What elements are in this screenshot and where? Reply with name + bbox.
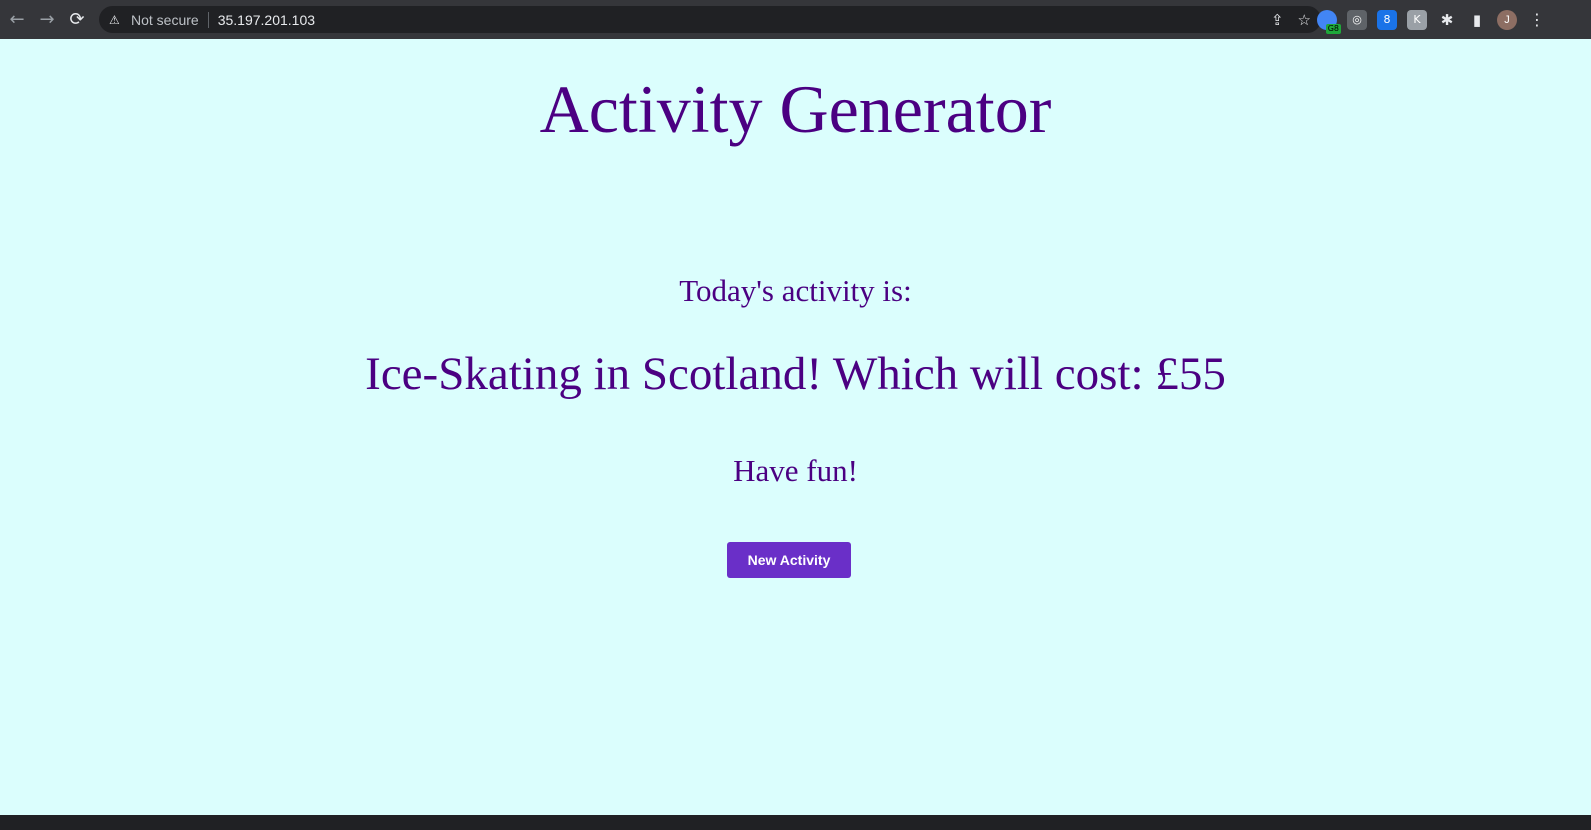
activity-prompt: Today's activity is: [679, 273, 912, 308]
warning-icon[interactable]: ⚠ [109, 13, 123, 27]
reload-icon[interactable]: ⟳ [64, 7, 90, 33]
glasses-ext-icon[interactable]: ◎ [1347, 9, 1367, 30]
menu-icon[interactable]: ⋮ [1527, 10, 1547, 30]
ext-badge: G8 [1325, 23, 1341, 34]
new-activity-button[interactable]: New Activity [727, 542, 851, 578]
page-title: Activity Generator [539, 71, 1052, 147]
number-ext-icon[interactable]: 8 [1377, 9, 1397, 30]
forward-icon[interactable]: → [34, 7, 60, 33]
bookmark-star-icon[interactable]: ☆ [1298, 11, 1311, 29]
omnibox-divider [207, 11, 209, 28]
chrome-ext-icon[interactable]: G8 [1317, 9, 1341, 34]
side-panel-icon[interactable]: ▮ [1467, 10, 1487, 30]
back-icon[interactable]: ← [4, 7, 30, 33]
gray-ext-icon[interactable]: K [1407, 9, 1427, 30]
puzzle-icon[interactable]: ✱ [1437, 10, 1457, 30]
security-status[interactable]: Not secure [131, 12, 199, 28]
page-content: Activity Generator Today's activity is: … [0, 39, 1591, 815]
address-bar[interactable]: ⚠ Not secure 35.197.201.103 ⇪ ☆ [99, 6, 1321, 33]
closing-text: Have fun! [733, 453, 858, 488]
url-text[interactable]: 35.197.201.103 [218, 12, 315, 28]
activity-text: Ice-Skating in Scotland! Which will cost… [365, 348, 1226, 400]
extensions-area: G8 ◎ 8 K ✱ ▮ J ⋮ [1317, 0, 1547, 39]
share-icon[interactable]: ⇪ [1271, 11, 1284, 29]
avatar[interactable]: J [1497, 9, 1517, 30]
window-bottom-edge [0, 815, 1591, 830]
omnibox-actions: ⇪ ☆ [1271, 6, 1311, 33]
browser-toolbar: ← → ⟳ ⚠ Not secure 35.197.201.103 ⇪ ☆ G8… [0, 0, 1591, 39]
